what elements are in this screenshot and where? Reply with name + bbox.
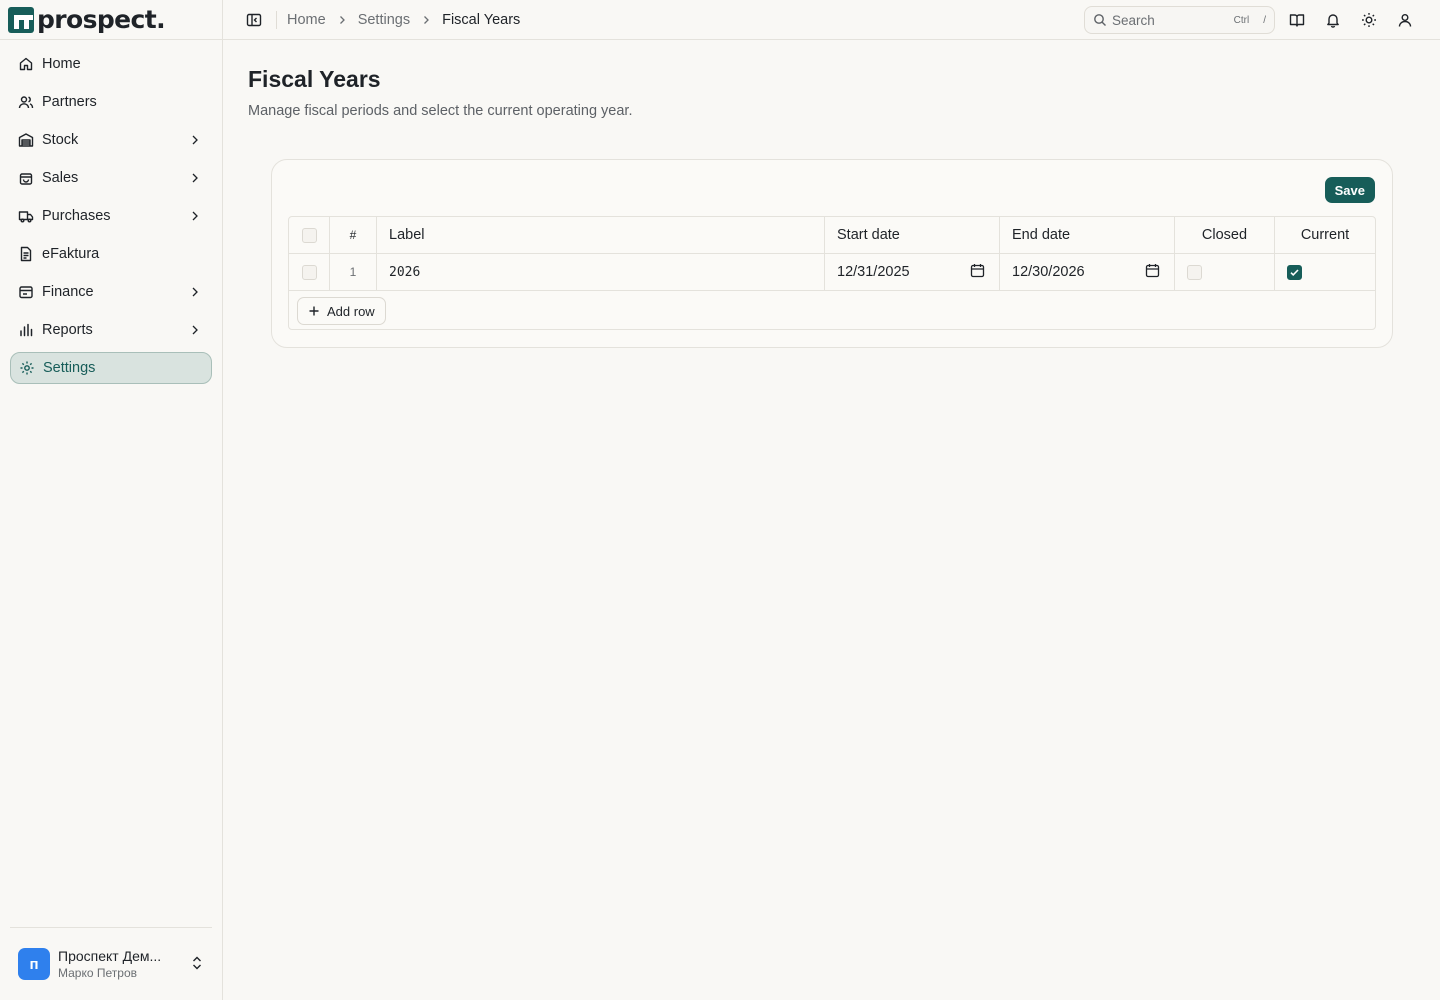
calendar-icon[interactable]	[1145, 263, 1160, 282]
header-num: #	[330, 217, 377, 253]
chevron-right-icon	[188, 209, 202, 223]
sun-icon[interactable]	[1361, 12, 1377, 28]
chevron-right-icon	[188, 323, 202, 337]
sidebar-item-reports[interactable]: Reports	[10, 314, 212, 346]
table-header-row: # Label Start date End date Closed Curre…	[289, 217, 1375, 254]
chevron-right-icon	[188, 285, 202, 299]
sidebar-item-partners[interactable]: Partners	[10, 86, 212, 118]
closed-checkbox[interactable]	[1187, 264, 1202, 280]
breadcrumb: Home Settings Fiscal Years	[287, 12, 520, 28]
table-row: 1 2026 12/31/2025 12/30/2026	[289, 254, 1375, 291]
chevron-right-icon	[420, 14, 432, 26]
select-all-checkbox[interactable]	[301, 227, 317, 243]
current-checkbox[interactable]	[1287, 264, 1302, 280]
main-content: Home Settings Fiscal Years Ctrl /	[223, 0, 1440, 1000]
fiscal-years-card: Save # Label Start date End date Closed …	[271, 159, 1393, 348]
sidebar-nav: Home Partners Stock Sales Purchases eFak…	[0, 40, 222, 384]
row-select-checkbox[interactable]	[301, 264, 317, 280]
sidebar: prospect. Home Partners Stock Sales Purc…	[0, 0, 223, 1000]
current-cell	[1275, 254, 1375, 290]
sidebar-item-label: Stock	[42, 132, 79, 148]
document-icon	[18, 246, 34, 262]
org-avatar: п	[18, 948, 50, 980]
sidebar-item-label: Finance	[42, 284, 94, 300]
org-switcher[interactable]: п Проспект Дем... Марко Петров	[10, 927, 212, 1000]
chevrons-up-down-icon	[190, 955, 204, 974]
sidebar-item-purchases[interactable]: Purchases	[10, 200, 212, 232]
end-date-field[interactable]: 12/30/2026	[1000, 254, 1175, 290]
breadcrumb-current: Fiscal Years	[442, 11, 521, 28]
shortcut-key-slash: /	[1263, 14, 1266, 26]
header-start-date: Start date	[825, 217, 1000, 253]
brand-name: prospect.	[37, 5, 166, 34]
search-shortcut: Ctrl /	[1234, 15, 1266, 26]
sidebar-item-label: Reports	[42, 322, 93, 338]
sidebar-item-label: eFaktura	[42, 246, 100, 262]
sidebar-item-settings[interactable]: Settings	[10, 352, 212, 384]
closed-cell	[1175, 254, 1275, 290]
user-name: Марко Петров	[58, 966, 137, 980]
shopping-bag-icon	[18, 170, 34, 186]
home-icon	[18, 56, 34, 72]
sidebar-item-sales[interactable]: Sales	[10, 162, 212, 194]
breadcrumb-settings[interactable]: Settings	[358, 12, 410, 28]
sidebar-item-stock[interactable]: Stock	[10, 124, 212, 156]
sidebar-item-label: Sales	[42, 170, 79, 186]
chevron-right-icon	[188, 171, 202, 185]
check-icon	[1290, 268, 1299, 276]
topbar: Home Settings Fiscal Years Ctrl /	[223, 0, 1440, 40]
add-row-button[interactable]: Add row	[297, 297, 386, 325]
end-date-value: 12/30/2026	[1012, 264, 1085, 280]
sidebar-toggle-icon[interactable]	[246, 12, 262, 28]
logo-mark-icon	[8, 6, 34, 33]
topbar-divider	[276, 10, 277, 29]
row-select-cell	[289, 254, 330, 290]
sidebar-item-label: Settings	[43, 360, 96, 376]
breadcrumb-home[interactable]: Home	[287, 12, 326, 28]
sidebar-item-efaktura[interactable]: eFaktura	[10, 238, 212, 270]
book-icon[interactable]	[1289, 12, 1305, 28]
user-icon[interactable]	[1397, 12, 1413, 28]
row-number: 1	[330, 254, 377, 290]
header-current: Current	[1300, 227, 1350, 243]
header-label: Label	[377, 217, 825, 253]
bar-chart-icon	[18, 322, 34, 338]
start-date-value: 12/31/2025	[837, 264, 910, 280]
warehouse-icon	[18, 132, 34, 148]
start-date-field[interactable]: 12/31/2025	[825, 254, 1000, 290]
search-box[interactable]: Ctrl /	[1084, 6, 1275, 34]
wallet-icon	[18, 284, 34, 300]
label-input[interactable]: 2026	[377, 254, 825, 290]
sidebar-item-label: Home	[42, 56, 81, 72]
users-icon	[18, 94, 34, 110]
fiscal-years-table: # Label Start date End date Closed Curre…	[288, 216, 1376, 330]
header-end-date: End date	[1000, 217, 1175, 253]
sidebar-item-finance[interactable]: Finance	[10, 276, 212, 308]
add-row-label: Add row	[327, 303, 375, 319]
header-closed: Closed	[1175, 217, 1275, 253]
truck-icon	[18, 208, 34, 224]
sidebar-item-label: Partners	[42, 94, 97, 110]
chevron-right-icon	[336, 14, 348, 26]
org-name: Проспект Дем...	[58, 948, 162, 964]
search-icon	[1093, 13, 1107, 27]
sidebar-item-label: Purchases	[42, 208, 111, 224]
chevron-right-icon	[188, 133, 202, 147]
bell-icon[interactable]	[1325, 12, 1341, 28]
save-button[interactable]: Save	[1324, 177, 1375, 203]
sidebar-item-home[interactable]: Home	[10, 48, 212, 80]
page-title: Fiscal Years	[248, 66, 381, 92]
page-subtitle: Manage fiscal periods and select the cur…	[248, 103, 633, 119]
plus-icon	[308, 305, 320, 317]
header-select-cell	[289, 217, 330, 253]
shortcut-key-ctrl: Ctrl	[1233, 14, 1250, 26]
gear-icon	[19, 360, 35, 376]
calendar-icon[interactable]	[970, 263, 985, 282]
page-header: Fiscal Years Manage fiscal periods and s…	[223, 40, 1440, 119]
brand-logo[interactable]: prospect.	[0, 0, 222, 40]
topbar-actions	[1289, 12, 1413, 28]
search-input[interactable]	[1112, 12, 1212, 28]
